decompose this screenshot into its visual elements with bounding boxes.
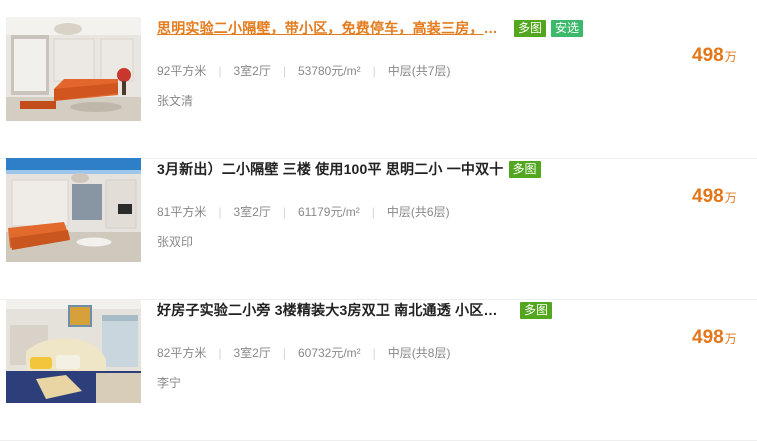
listing-info: 92平方米 | 3室2厅 | 53780元/m² | 中层(共7层): [157, 62, 450, 79]
layout-text: 3室2厅: [233, 205, 271, 219]
divider: |: [282, 204, 286, 219]
listing-photo[interactable]: [6, 17, 141, 121]
area-text: 82平方米: [157, 346, 207, 360]
price-value: 498: [692, 45, 724, 66]
multi-image-badge: 多图: [520, 301, 553, 319]
safe-choice-badge: 安选: [551, 19, 584, 37]
price-value: 498: [692, 186, 724, 207]
agent-name: 张文清: [157, 94, 194, 108]
area-text: 92平方米: [157, 64, 207, 78]
agent-name: 李宁: [157, 376, 182, 390]
divider: |: [218, 204, 222, 219]
listing-list: 思明实验二小隔壁，带小区，免费停车，高装三房，划片… 多图 安选 92平方米 |…: [0, 0, 757, 441]
divider: |: [372, 63, 376, 78]
listing-title-row: 3月新出）二小隔壁 三楼 使用100平 思明二小 一中双十 多图: [157, 158, 597, 180]
listing-title-link[interactable]: 3月新出）二小隔壁 三楼 使用100平 思明二小 一中双十: [157, 159, 504, 179]
total-price: 498万: [692, 186, 737, 208]
listing-title-row: 好房子实验二小旁 3楼精装大3房双卫 南北通透 小区停… 多图: [157, 299, 597, 321]
unit-price-text: 61179元/m²: [297, 205, 360, 219]
listing-title-link[interactable]: 好房子实验二小旁 3楼精装大3房双卫 南北通透 小区停…: [157, 300, 502, 320]
layout-text: 3室2厅: [233, 346, 271, 360]
divider: |: [282, 63, 286, 78]
floor-text: 中层(共8层): [387, 346, 451, 360]
unit-price-text: 60732元/m²: [297, 346, 361, 360]
total-price: 498万: [692, 327, 737, 349]
price-unit: 万: [724, 332, 737, 346]
layout-text: 3室2厅: [233, 64, 271, 78]
area-text: 81平方米: [157, 205, 207, 219]
total-price: 498万: [692, 45, 737, 67]
listing-photo[interactable]: [6, 158, 141, 262]
divider: |: [218, 345, 222, 360]
price-unit: 万: [724, 50, 737, 64]
divider: |: [371, 204, 375, 219]
listing-info: 81平方米 | 3室2厅 | 61179元/m² | 中层(共6层): [157, 203, 450, 220]
bedroom-photo-icon: [6, 299, 141, 403]
multi-image-badge: 多图: [508, 160, 541, 178]
listing-title-link[interactable]: 思明实验二小隔壁，带小区，免费停车，高装三房，划片…: [157, 18, 509, 38]
listing-info: 82平方米 | 3室2厅 | 60732元/m² | 中层(共8层): [157, 344, 450, 361]
multi-image-badge: 多图: [514, 19, 547, 37]
living-room-photo-icon: [6, 17, 141, 121]
price-unit: 万: [724, 191, 737, 205]
listing-photo[interactable]: [6, 299, 141, 403]
price-value: 498: [692, 327, 724, 348]
floor-text: 中层(共7层): [387, 64, 451, 78]
listing-title-row: 思明实验二小隔壁，带小区，免费停车，高装三房，划片… 多图 安选: [157, 17, 597, 39]
agent-name: 张双印: [157, 235, 194, 249]
divider: |: [282, 345, 286, 360]
floor-text: 中层(共6层): [386, 205, 450, 219]
listing-item: 思明实验二小隔壁，带小区，免费停车，高装三房，划片… 多图 安选 92平方米 |…: [0, 17, 757, 159]
listing-item: 好房子实验二小旁 3楼精装大3房双卫 南北通透 小区停… 多图 82平方米 | …: [0, 299, 757, 441]
divider: |: [218, 63, 222, 78]
living-room-photo-icon: [6, 158, 141, 262]
unit-price-text: 53780元/m²: [297, 64, 361, 78]
listing-item: 3月新出）二小隔壁 三楼 使用100平 思明二小 一中双十 多图 81平方米 |…: [0, 158, 757, 300]
divider: |: [372, 345, 376, 360]
